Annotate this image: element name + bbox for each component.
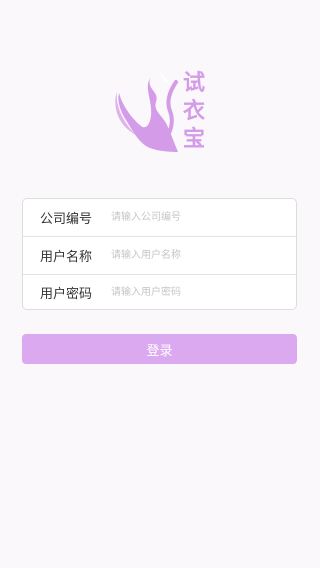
logo-char-1: 试 bbox=[183, 71, 205, 96]
company-id-input[interactable] bbox=[111, 199, 296, 237]
dress-figure-icon bbox=[115, 73, 178, 152]
password-row: 用户密码 bbox=[23, 273, 296, 309]
username-row: 用户名称 bbox=[23, 236, 296, 274]
username-input[interactable] bbox=[111, 237, 296, 274]
password-label: 用户密码 bbox=[40, 287, 93, 303]
app-logo: 试 衣 宝 bbox=[115, 71, 205, 152]
logo-char-2: 衣 bbox=[183, 98, 205, 124]
company-id-row: 公司编号 bbox=[23, 199, 296, 237]
password-input[interactable] bbox=[111, 274, 296, 309]
login-form: 公司编号 用户名称 用户密码 bbox=[22, 198, 297, 310]
logo-char-3: 宝 bbox=[183, 126, 205, 152]
login-button[interactable]: 登录 bbox=[22, 334, 297, 364]
username-label: 用户名称 bbox=[40, 249, 93, 265]
login-page: 试 衣 宝 公司编号 用户名称 用户密码 登录 bbox=[0, 0, 320, 568]
company-id-label: 公司编号 bbox=[40, 212, 93, 228]
